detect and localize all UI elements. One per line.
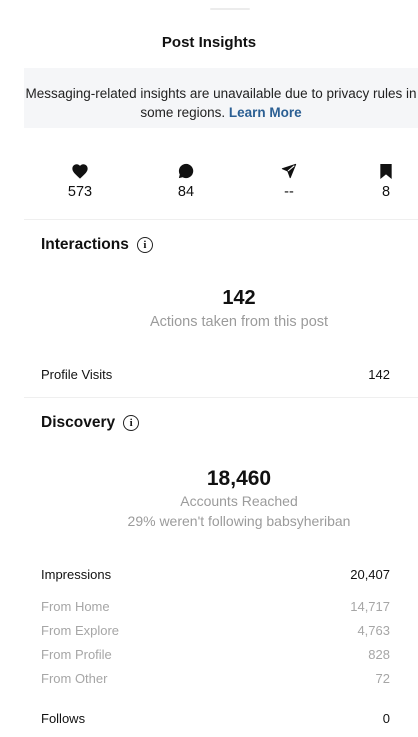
source-label: From Profile [41,647,112,662]
discovery-heading: Discovery i [41,414,140,432]
source-label: From Explore [41,623,120,638]
source-row-other: From Other 72 [41,671,390,686]
profile-visits-label: Profile Visits [41,367,113,382]
profile-visits-row[interactable]: Profile Visits 142 [41,367,390,382]
likes-stat: 573 [50,160,110,200]
likes-count: 573 [67,184,93,200]
info-icon[interactable]: i [123,415,140,431]
follows-row[interactable]: Follows 0 [41,711,390,726]
interactions-caption: Actions taken from this post [149,314,329,330]
sheet-grabber[interactable] [210,8,250,10]
heart-icon [50,160,110,182]
source-row-home: From Home 14,717 [41,599,390,614]
source-value: 72 [375,671,390,686]
interactions-total: 142 [222,287,256,309]
notice-text: Messaging-related insights are unavailab… [25,86,417,120]
saves-stat: 8 [356,160,416,200]
profile-visits-value: 142 [368,367,390,382]
source-value: 4,763 [357,623,390,638]
source-value: 828 [368,647,390,662]
divider [24,397,418,398]
source-row-profile: From Profile 828 [41,647,390,662]
shares-count: -- [284,184,294,200]
accounts-reached-caption: Accounts Reached [180,493,298,509]
follows-value: 0 [382,711,390,726]
source-value: 14,717 [350,599,390,614]
impressions-value: 20,407 [350,567,390,582]
impressions-row[interactable]: Impressions 20,407 [41,567,390,582]
impressions-label: Impressions [41,567,112,582]
source-row-explore: From Explore 4,763 [41,623,390,638]
bookmark-icon [356,160,416,182]
follows-label: Follows [41,711,86,726]
comment-icon [156,160,216,182]
source-label: From Other [41,671,108,686]
not-following-caption: 29% weren't following babsyheriban [127,513,351,529]
comments-stat: 84 [156,160,216,200]
interactions-title: Interactions [41,236,129,253]
learn-more-link[interactable]: Learn More [229,105,302,120]
divider [24,219,418,220]
privacy-notice: Messaging-related insights are unavailab… [24,68,418,128]
share-icon [259,160,319,182]
saves-count: 8 [381,184,391,200]
discovery-total: 18,460 [206,467,272,490]
interactions-heading: Interactions i [41,236,153,254]
shares-stat: -- [259,160,319,200]
page-title: Post Insights [161,34,257,51]
comments-count: 84 [177,184,195,200]
source-label: From Home [41,599,110,614]
info-icon[interactable]: i [136,237,153,253]
discovery-title: Discovery [41,414,116,431]
